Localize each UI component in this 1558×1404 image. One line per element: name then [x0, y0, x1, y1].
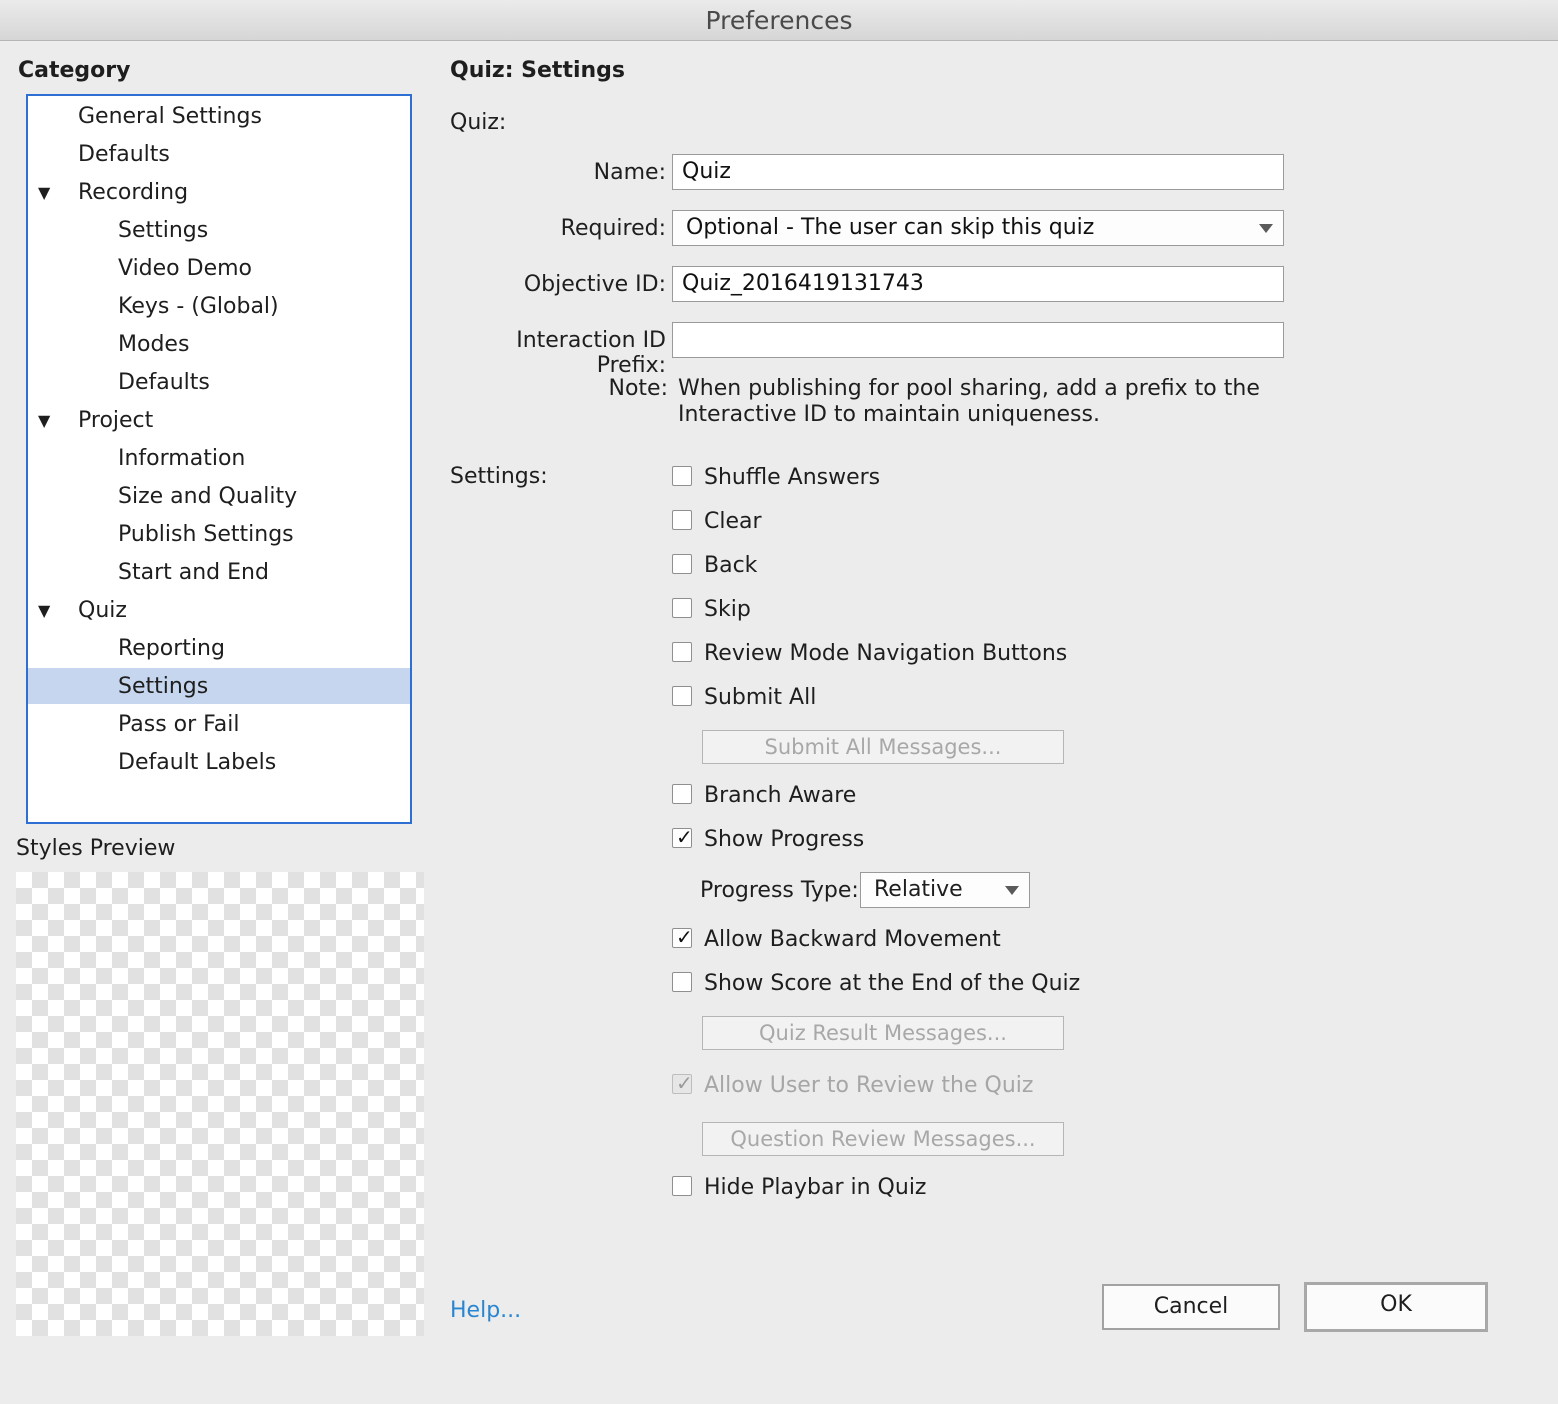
tree-item-start-and-end[interactable]: Start and End — [28, 554, 410, 590]
checkbox-box[interactable] — [672, 686, 692, 706]
tree-item-reporting[interactable]: Reporting — [28, 630, 410, 666]
objective-id-label: Objective ID: — [523, 272, 666, 297]
tree-item-label: Default Labels — [118, 750, 277, 775]
required-label: Required: — [560, 216, 666, 241]
tree-item-label: Video Demo — [118, 256, 252, 281]
tree-item-label: Start and End — [118, 560, 269, 585]
checkbox-label: Review Mode Navigation Buttons — [704, 641, 1068, 666]
name-input[interactable]: Quiz — [672, 154, 1284, 190]
tree-item-recording-defaults[interactable]: Defaults — [28, 364, 410, 400]
tree-item-quiz-settings[interactable]: Settings — [28, 668, 410, 704]
tree-item-label: Modes — [118, 332, 190, 357]
interaction-id-prefix-input[interactable] — [672, 322, 1284, 358]
styles-preview-label: Styles Preview — [16, 836, 176, 861]
disclosure-triangle-icon[interactable]: ▼ — [38, 592, 50, 630]
settings-section-label: Settings: — [450, 464, 548, 489]
ok-button[interactable]: OK — [1304, 1282, 1488, 1332]
tree-item-label: Recording — [78, 180, 189, 205]
tree-item-recording-settings[interactable]: Settings — [28, 212, 410, 248]
tree-item-label: Reporting — [118, 636, 225, 661]
tree-item-video-demo[interactable]: Video Demo — [28, 250, 410, 286]
required-select-value: Optional - The user can skip this quiz — [686, 215, 1095, 240]
checkbox-box[interactable] — [672, 554, 692, 574]
window-title: Preferences — [0, 0, 1558, 41]
checkbox-label: Allow Backward Movement — [704, 927, 1001, 952]
checkbox-box[interactable] — [672, 466, 692, 486]
tree-item-label: Pass or Fail — [118, 712, 240, 737]
styles-preview-area — [16, 872, 424, 1336]
tree-item-label: Settings — [118, 674, 209, 699]
cancel-button[interactable]: Cancel — [1102, 1284, 1280, 1330]
tree-item-recording[interactable]: ▼ Recording — [28, 174, 410, 210]
checkbox-label: Hide Playbar in Quiz — [704, 1175, 927, 1200]
checkbox-box[interactable] — [672, 784, 692, 804]
checkbox-box[interactable] — [672, 642, 692, 662]
checkbox-label: Branch Aware — [704, 783, 857, 808]
tree-item-label: Size and Quality — [118, 484, 298, 509]
progress-type-value: Relative — [874, 877, 963, 902]
check-mark-icon: ✓ — [676, 825, 693, 849]
checkbox-box[interactable] — [672, 510, 692, 530]
note-text: When publishing for pool sharing, add a … — [678, 376, 1260, 427]
objective-id-input[interactable]: Quiz_2016419131743 — [672, 266, 1284, 302]
tree-item-label: Project — [78, 408, 154, 433]
chevron-down-icon — [1259, 224, 1273, 233]
quiz-result-messages-button[interactable]: Quiz Result Messages... — [702, 1016, 1064, 1050]
checkbox-label: Allow User to Review the Quiz — [704, 1073, 1034, 1098]
tree-item-pass-or-fail[interactable]: Pass or Fail — [28, 706, 410, 742]
required-select[interactable]: Optional - The user can skip this quiz — [672, 210, 1284, 246]
tree-item-default-labels[interactable]: Default Labels — [28, 744, 410, 780]
checkbox-box[interactable]: ✓ — [672, 825, 693, 849]
interaction-id-prefix-label: Interaction ID Prefix: — [516, 328, 666, 378]
progress-type-label: Progress Type: — [700, 878, 859, 903]
check-mark-icon: ✓ — [676, 925, 693, 949]
tree-item-label: Keys - (Global) — [118, 294, 279, 319]
checkbox-label: Skip — [704, 597, 751, 622]
progress-type-select[interactable]: Relative — [860, 872, 1030, 908]
chevron-down-icon — [1005, 886, 1019, 895]
tree-item-project[interactable]: ▼ Project — [28, 402, 410, 438]
checkbox-label: Submit All — [704, 685, 817, 710]
tree-item-label: General Settings — [78, 104, 262, 129]
check-mark-icon: ✓ — [676, 1071, 693, 1095]
name-label: Name: — [593, 160, 666, 185]
tree-item-label: Settings — [118, 218, 209, 243]
checkbox-label: Clear — [704, 509, 762, 534]
help-link[interactable]: Help... — [450, 1298, 521, 1323]
checkbox-box[interactable] — [672, 598, 692, 618]
tree-item-defaults[interactable]: Defaults — [28, 136, 410, 172]
tree-item-label: Defaults — [118, 370, 210, 395]
tree-item-label: Information — [118, 446, 246, 471]
note-label: Note: — [608, 376, 669, 401]
checkbox-label: Show Progress — [704, 827, 865, 852]
disclosure-triangle-icon[interactable]: ▼ — [38, 174, 50, 212]
tree-item-quiz[interactable]: ▼ Quiz — [28, 592, 410, 628]
tree-item-label: Quiz — [78, 598, 127, 623]
checkbox-box[interactable] — [672, 1176, 692, 1196]
checkbox-box[interactable] — [672, 972, 692, 992]
submit-all-messages-button[interactable]: Submit All Messages... — [702, 730, 1064, 764]
category-heading: Category — [18, 58, 131, 83]
tree-item-publish-settings[interactable]: Publish Settings — [28, 516, 410, 552]
category-tree: General Settings Defaults ▼ Recording Se… — [26, 94, 412, 824]
tree-item-label: Defaults — [78, 142, 170, 167]
page-title: Quiz: Settings — [450, 58, 626, 83]
tree-item-label: Publish Settings — [118, 522, 294, 547]
checkbox-label: Back — [704, 553, 758, 578]
tree-item-keys-global[interactable]: Keys - (Global) — [28, 288, 410, 324]
question-review-messages-button[interactable]: Question Review Messages... — [702, 1122, 1064, 1156]
disclosure-triangle-icon[interactable]: ▼ — [38, 402, 50, 440]
tree-item-general-settings[interactable]: General Settings — [28, 98, 410, 134]
quiz-section-label: Quiz: — [450, 110, 507, 135]
tree-item-size-and-quality[interactable]: Size and Quality — [28, 478, 410, 514]
tree-item-information[interactable]: Information — [28, 440, 410, 476]
checkbox-label: Show Score at the End of the Quiz — [704, 971, 1081, 996]
checkbox-box[interactable]: ✓ — [672, 1071, 693, 1095]
checkbox-label: Shuffle Answers — [704, 465, 881, 490]
checkbox-box[interactable]: ✓ — [672, 925, 693, 949]
tree-item-modes[interactable]: Modes — [28, 326, 410, 362]
